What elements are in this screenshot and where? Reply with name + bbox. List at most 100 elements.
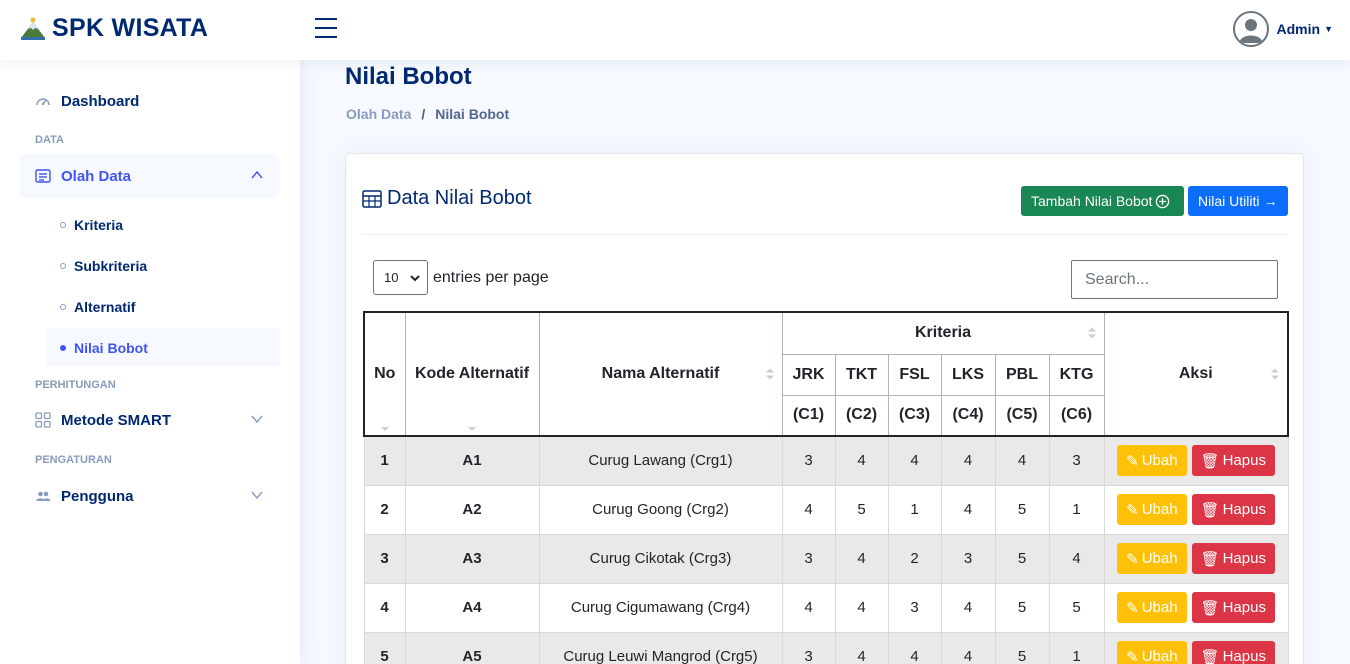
- sidebar-item-label: Metode SMART: [61, 411, 171, 429]
- delete-button[interactable]: 🗑 Hapus: [1191, 641, 1275, 664]
- cell-value: 4: [887, 435, 942, 486]
- cell-value: 4: [940, 631, 996, 664]
- delete-label: Hapus: [1222, 501, 1266, 518]
- criteria-code: PBL: [994, 353, 1050, 396]
- cell-actions: ✎ Ubah 🗑 Hapus: [1103, 582, 1289, 633]
- menu-list-icon: [35, 168, 51, 184]
- sidebar-subitem-label: Kriteria: [74, 216, 124, 233]
- table-row: 4 A4 Curug Cigumawang (Crg4) 4 4 3 4 5 5…: [363, 582, 1289, 633]
- sidebar-subitem-nilai-bobot[interactable]: Nilai Bobot: [46, 328, 280, 367]
- edit-button[interactable]: ✎ Ubah: [1117, 592, 1187, 623]
- edit-button[interactable]: ✎ Ubah: [1117, 641, 1187, 664]
- cell-no: 4: [363, 582, 406, 633]
- trash-icon: 🗑: [1200, 550, 1220, 568]
- sidebar-subitem-kriteria[interactable]: Kriteria: [46, 205, 280, 244]
- delete-button[interactable]: 🗑 Hapus: [1191, 592, 1275, 623]
- sort-icon: [1087, 327, 1096, 339]
- nav-heading-data: DATA: [35, 134, 64, 146]
- app-title: SPK WISATA: [52, 14, 209, 42]
- sidebar-item-dashboard[interactable]: Dashboard: [20, 79, 280, 123]
- sidebar-subitem-alternatif[interactable]: Alternatif: [46, 287, 280, 326]
- top-header: SPK WISATA Admin ▼: [0, 0, 1350, 60]
- breadcrumb: Olah Data / Nilai Bobot: [346, 106, 509, 122]
- cell-kode: A5: [404, 631, 540, 664]
- search-input[interactable]: [1071, 260, 1278, 299]
- criteria-label: (C1): [781, 394, 836, 437]
- menu-toggle-icon[interactable]: [315, 18, 337, 38]
- entries-control: 10 entries per page: [373, 260, 549, 295]
- nav-heading-perhitungan: PERHITUNGAN: [35, 379, 116, 391]
- edit-icon: ✎: [1126, 550, 1139, 568]
- header-label: Kriteria: [915, 324, 972, 342]
- sidebar-item-label: Dashboard: [61, 92, 140, 110]
- table-row: 5 A5 Curug Leuwi Mangrod (Crg5) 3 4 4 4 …: [363, 631, 1289, 664]
- circle-icon: [60, 221, 66, 228]
- app-logo[interactable]: SPK WISATA: [20, 14, 208, 43]
- profile-dropdown[interactable]: Admin ▼: [1232, 11, 1333, 47]
- cell-kode: A1: [404, 435, 540, 486]
- header-label: Aksi: [1178, 365, 1213, 382]
- mountain-logo-icon: [21, 17, 45, 40]
- sidebar-item-olah-data[interactable]: Olah Data: [20, 154, 280, 198]
- page-size-select[interactable]: 10: [373, 260, 428, 295]
- sort-icon: [380, 427, 389, 431]
- breadcrumb-separator: /: [421, 106, 426, 122]
- sidebar-item-metode-smart[interactable]: Metode SMART: [20, 398, 280, 442]
- edit-icon: ✎: [1126, 501, 1139, 519]
- edit-button[interactable]: ✎ Ubah: [1117, 543, 1187, 574]
- trash-icon: 🗑: [1200, 501, 1220, 519]
- table-row: 2 A2 Curug Goong (Crg2) 4 5 1 4 5 1 ✎ Uba…: [363, 484, 1289, 535]
- criteria-label: (C4): [940, 394, 996, 437]
- delete-button[interactable]: 🗑 Hapus: [1191, 494, 1275, 525]
- breadcrumb-olah-data[interactable]: Olah Data: [346, 106, 411, 122]
- sort-icon: [468, 427, 476, 431]
- criteria-label: (C3): [887, 394, 942, 437]
- cell-no: 1: [363, 435, 406, 486]
- cell-no: 3: [363, 533, 406, 584]
- circle-icon: [60, 303, 66, 310]
- people-icon: [35, 488, 51, 504]
- cell-value: 1: [887, 484, 942, 535]
- nav-heading-pengaturan: PENGATURAN: [35, 454, 112, 466]
- column-header-kriteria[interactable]: Kriteria: [781, 311, 1105, 355]
- edit-icon: ✎: [1126, 599, 1139, 617]
- nilai-bobot-table: No Kode Alternatif Nama Alternatif Krite…: [363, 311, 1289, 664]
- circle-icon: [60, 262, 66, 269]
- delete-label: Hapus: [1222, 452, 1266, 470]
- trash-icon: 🗑: [1200, 599, 1220, 617]
- criteria-label: (C5): [994, 394, 1050, 437]
- delete-button[interactable]: 🗑 Hapus: [1191, 543, 1275, 574]
- cell-value: 5: [834, 484, 889, 535]
- cell-value: 5: [994, 484, 1050, 535]
- cell-nama: Curug Cikotak (Crg3): [538, 533, 783, 584]
- sidebar-subitem-label: Alternatif: [74, 298, 136, 315]
- cell-value: 3: [887, 582, 942, 633]
- sidebar: Dashboard DATA Olah Data Kriteria Subkri…: [0, 60, 300, 664]
- cell-value: 3: [781, 631, 836, 664]
- breadcrumb-current: Nilai Bobot: [435, 106, 510, 122]
- edit-button[interactable]: ✎ Ubah: [1117, 445, 1187, 477]
- criteria-code: KTG: [1048, 353, 1105, 396]
- edit-button[interactable]: ✎ Ubah: [1117, 494, 1187, 525]
- column-header-no[interactable]: No: [363, 311, 406, 437]
- cell-value: 4: [1048, 533, 1105, 584]
- cell-nama: Curug Leuwi Mangrod (Crg5): [538, 631, 783, 664]
- cell-value: 1: [1048, 484, 1105, 535]
- cell-value: 5: [1048, 582, 1105, 633]
- header-label: No: [374, 365, 396, 382]
- nilai-utiliti-button[interactable]: Nilai Utiliti →: [1188, 186, 1288, 216]
- column-header-kode[interactable]: Kode Alternatif: [404, 311, 540, 437]
- sidebar-subitem-subkriteria[interactable]: Subkriteria: [46, 246, 280, 285]
- column-header-nama[interactable]: Nama Alternatif: [538, 311, 783, 437]
- sidebar-item-pengguna[interactable]: Pengguna: [20, 474, 280, 518]
- edit-label: Ubah: [1141, 550, 1178, 567]
- column-header-aksi[interactable]: Aksi: [1103, 311, 1289, 437]
- delete-button[interactable]: 🗑 Hapus: [1191, 445, 1275, 477]
- add-nilai-bobot-button[interactable]: Tambah Nilai Bobot: [1021, 186, 1184, 216]
- card-title: Data Nilai Bobot: [362, 187, 532, 210]
- sidebar-subitem-label: Subkriteria: [74, 257, 148, 274]
- utiliti-button-label: Nilai Utiliti: [1198, 193, 1260, 209]
- cell-value: 4: [834, 631, 889, 664]
- cell-value: 4: [940, 582, 996, 633]
- delete-label: Hapus: [1222, 550, 1266, 567]
